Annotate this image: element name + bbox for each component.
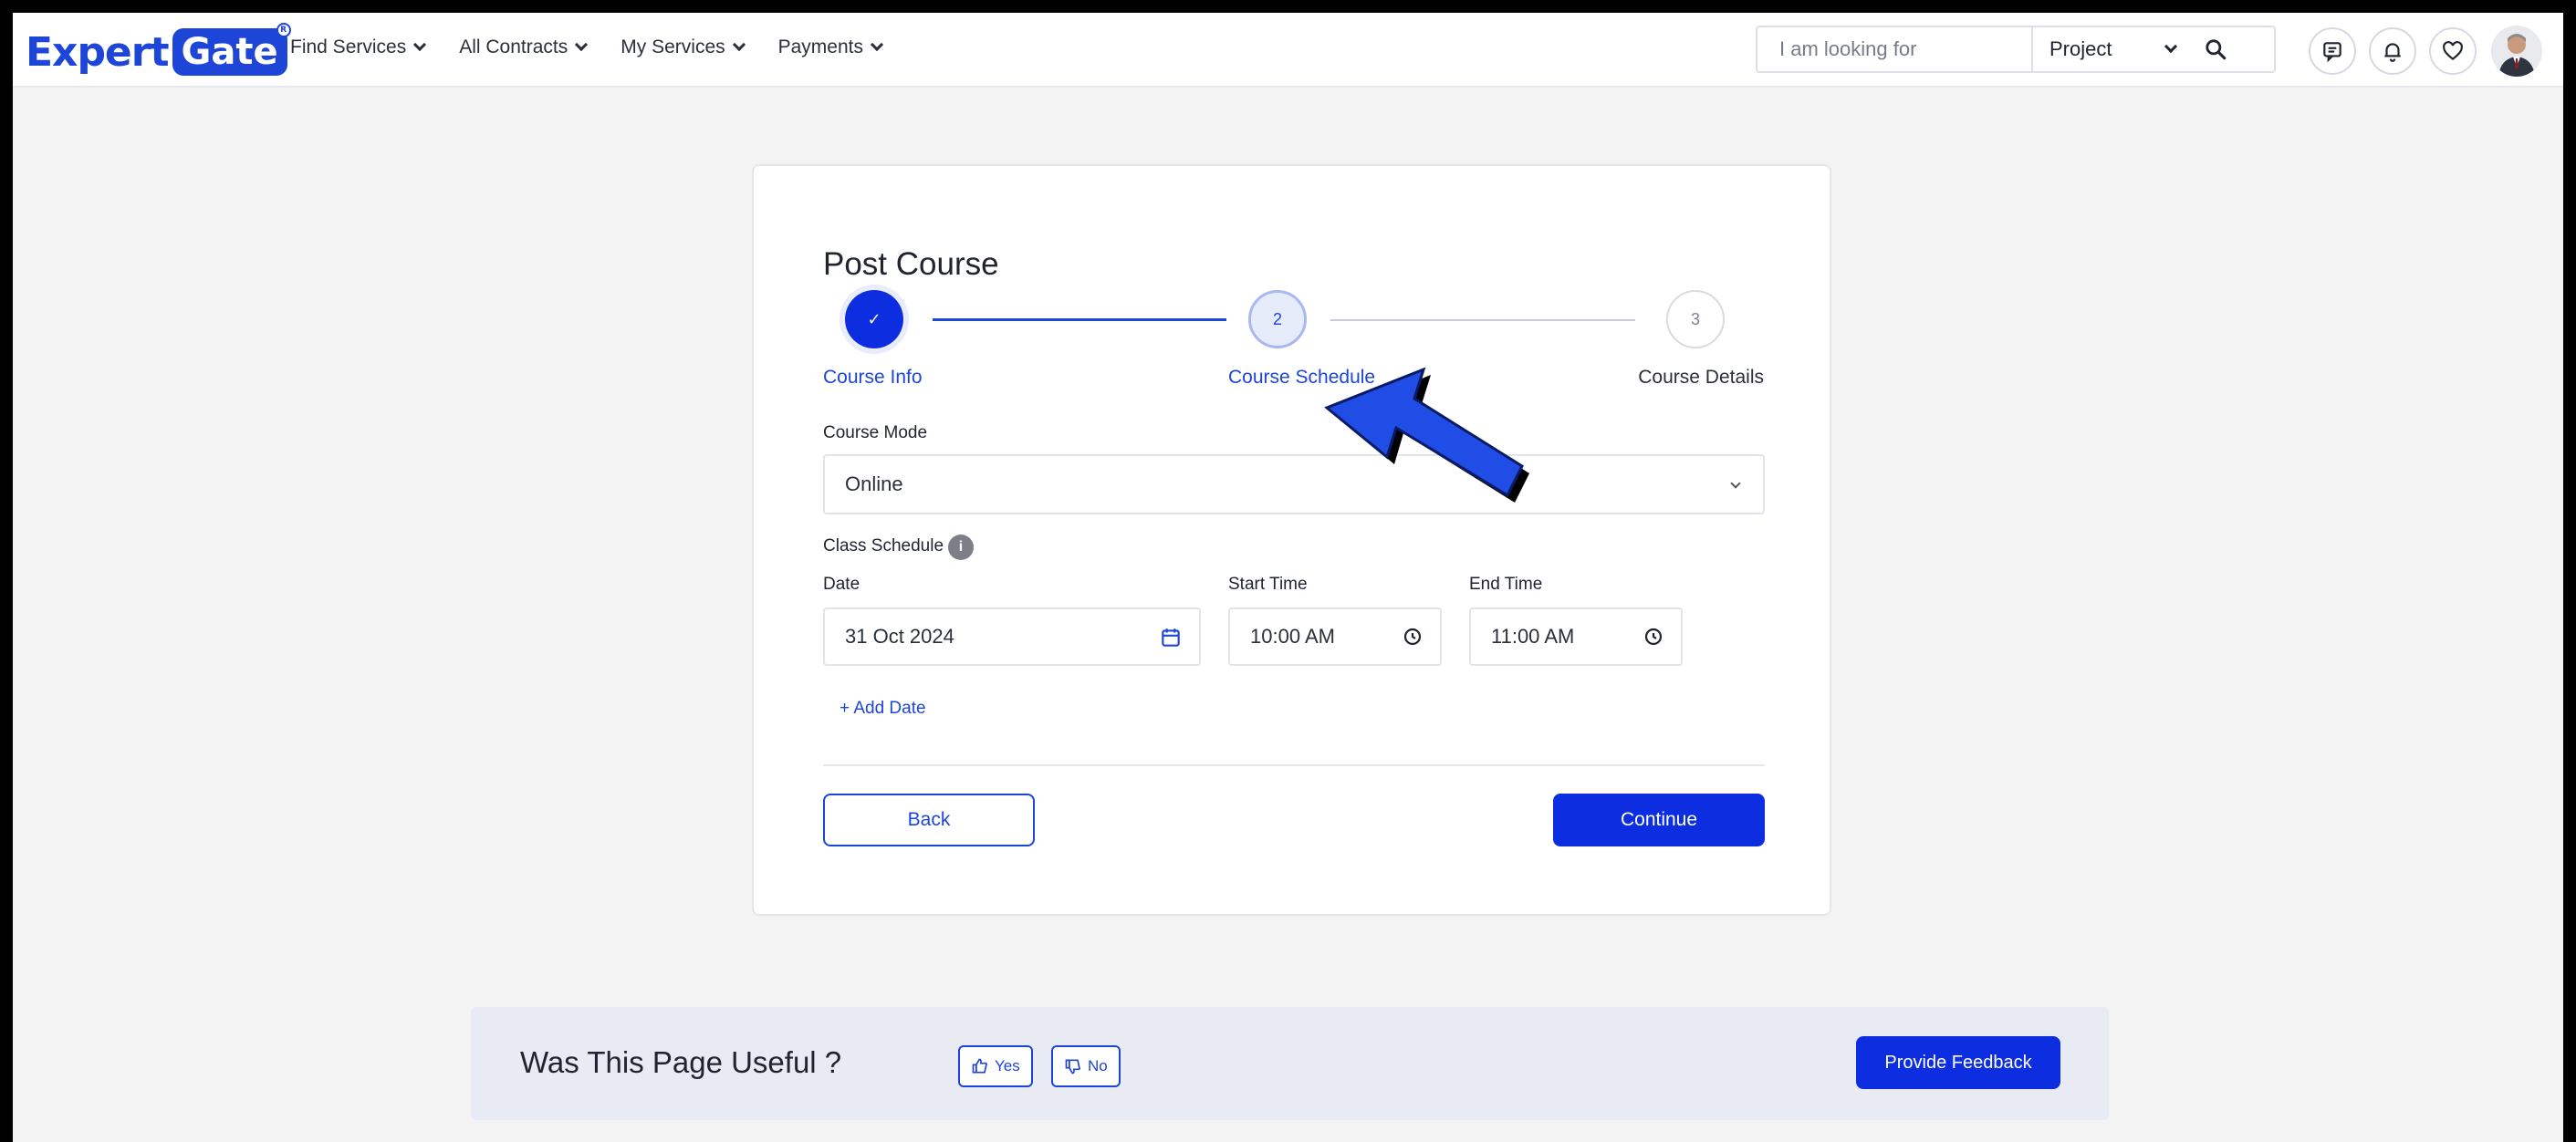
- check-icon: ✓: [867, 309, 881, 328]
- chevron-down-icon: [575, 37, 589, 52]
- continue-button[interactable]: Continue: [1553, 794, 1765, 846]
- chevron-down-icon: [1730, 478, 1741, 489]
- nav-my-services[interactable]: My Services: [621, 36, 746, 58]
- search-icon: [2206, 39, 2227, 60]
- step-3-label[interactable]: Course Details: [1638, 367, 1764, 389]
- provide-feedback-button[interactable]: Provide Feedback: [1856, 1036, 2060, 1089]
- form-divider: [823, 764, 1765, 766]
- nav-my-services-label: My Services: [621, 36, 725, 57]
- top-navbar: Expert Gate R Find Services All Contracts…: [13, 13, 2563, 88]
- bell-icon: [2384, 43, 2401, 62]
- feedback-yes-label: Yes: [995, 1057, 1020, 1075]
- nav-all-contracts-label: All Contracts: [459, 36, 568, 57]
- step-2-number: 2: [1272, 309, 1282, 328]
- logo-text-gate: Gate R: [172, 23, 291, 76]
- nav-payments-label: Payments: [777, 36, 863, 57]
- class-schedule-label: Class Schedule: [823, 536, 944, 555]
- date-label: Date: [823, 575, 860, 594]
- chevron-down-icon: [2164, 39, 2178, 54]
- avatar-image: [2491, 26, 2542, 77]
- end-time-field[interactable]: 11:00 AM: [1469, 607, 1683, 666]
- main-nav: Find Services All Contracts My Services …: [290, 36, 916, 58]
- step-1-label[interactable]: Course Info: [823, 367, 923, 389]
- info-icon[interactable]: i: [948, 535, 974, 560]
- nav-payments[interactable]: Payments: [777, 36, 884, 58]
- step-2-indicator[interactable]: 2: [1248, 290, 1307, 348]
- heart-icon: [2443, 41, 2463, 61]
- search-input[interactable]: [1757, 27, 2031, 71]
- step-3-number: 3: [1690, 309, 1700, 328]
- logo-text-expert: Expert: [26, 28, 170, 76]
- back-button[interactable]: Back: [823, 794, 1035, 846]
- feedback-question: Was This Page Useful ?: [520, 1045, 842, 1079]
- chevron-down-icon: [732, 37, 746, 52]
- search-button[interactable]: [2188, 27, 2243, 71]
- step-3-indicator[interactable]: 3: [1666, 290, 1725, 348]
- date-field[interactable]: 31 Oct 2024: [823, 607, 1201, 666]
- nav-all-contracts[interactable]: All Contracts: [459, 36, 589, 58]
- pointer-arrow-annotation: [1324, 367, 1529, 503]
- app-frame: Expert Gate R Find Services All Contracts…: [13, 13, 2563, 1142]
- add-date-link[interactable]: + Add Date: [840, 699, 926, 719]
- start-time-label: Start Time: [1228, 575, 1308, 594]
- user-avatar[interactable]: [2491, 26, 2542, 77]
- favorites-button[interactable]: [2429, 27, 2477, 75]
- nav-find-services-label: Find Services: [290, 36, 407, 57]
- search-category-value: Project: [2049, 37, 2112, 60]
- feedback-no-label: No: [1088, 1057, 1108, 1075]
- start-time-field[interactable]: 10:00 AM: [1228, 607, 1442, 666]
- clock-icon[interactable]: [1643, 626, 1664, 648]
- chevron-down-icon: [870, 37, 884, 52]
- feedback-yes-button[interactable]: Yes: [958, 1045, 1033, 1087]
- expertgate-logo[interactable]: Expert Gate R: [26, 23, 291, 80]
- thumbs-up-icon: [972, 1058, 987, 1074]
- nav-find-services[interactable]: Find Services: [290, 36, 427, 58]
- thumbs-down-icon: [1065, 1059, 1080, 1075]
- step-1-indicator[interactable]: ✓: [845, 290, 903, 348]
- feedback-no-button[interactable]: No: [1051, 1045, 1121, 1087]
- start-time-value: 10:00 AM: [1250, 625, 1335, 648]
- calendar-icon[interactable]: [1159, 626, 1183, 649]
- notifications-button[interactable]: [2369, 27, 2416, 75]
- registered-mark-icon: R: [276, 23, 291, 37]
- clock-icon[interactable]: [1402, 626, 1424, 648]
- chat-icon: [2323, 42, 2341, 63]
- stepper-line-pending: [1330, 319, 1635, 321]
- page-title: Post Course: [823, 246, 999, 282]
- end-time-value: 11:00 AM: [1491, 625, 1575, 648]
- chevron-down-icon: [413, 37, 427, 52]
- logo-gate-label: Gate: [181, 31, 278, 73]
- search-category-select[interactable]: Project: [2033, 27, 2188, 71]
- end-time-label: End Time: [1469, 575, 1543, 594]
- header-actions: [2309, 26, 2542, 77]
- stepper-line-complete: [933, 318, 1226, 321]
- feedback-bar: Was This Page Useful ? Yes No Provide Fe…: [471, 1007, 2109, 1120]
- course-mode-select[interactable]: Online: [823, 454, 1765, 514]
- date-value: 31 Oct 2024: [845, 625, 954, 648]
- messages-button[interactable]: [2309, 27, 2356, 75]
- search-bar: Project: [1756, 26, 2276, 73]
- course-mode-label: Course Mode: [823, 423, 928, 442]
- post-course-card: Post Course ✓ 2 3 Course Info Course Sch…: [752, 164, 1831, 916]
- course-mode-value: Online: [845, 472, 903, 495]
